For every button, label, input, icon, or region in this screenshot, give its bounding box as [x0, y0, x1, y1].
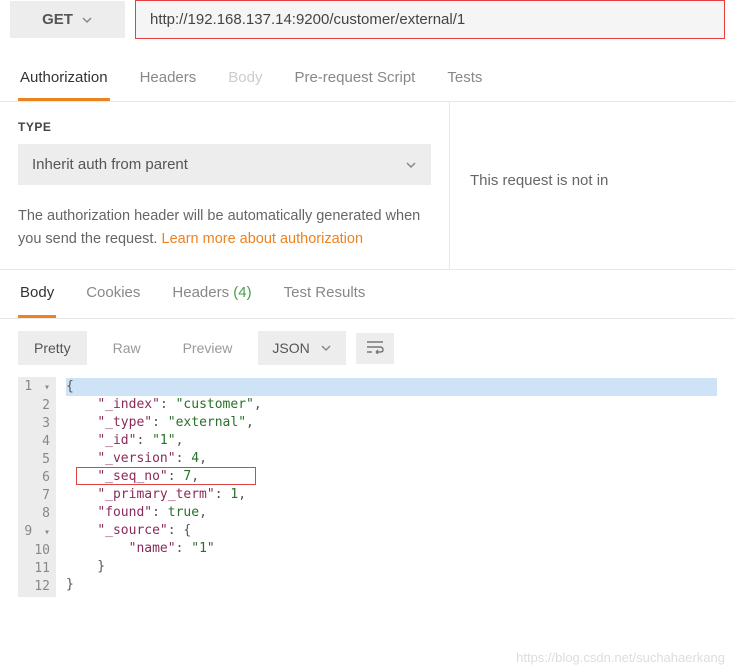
- chevron-down-icon: [81, 14, 93, 26]
- response-tab-body[interactable]: Body: [18, 270, 56, 318]
- tab-tests[interactable]: Tests: [445, 57, 484, 101]
- language-select[interactable]: JSON: [258, 331, 345, 365]
- view-pretty-button[interactable]: Pretty: [18, 331, 87, 365]
- request-info-text: This request is not in: [470, 172, 608, 189]
- request-tabs: Authorization Headers Body Pre-request S…: [0, 57, 735, 102]
- auth-type-label: TYPE: [18, 120, 431, 134]
- auth-description: The authorization header will be automat…: [18, 205, 431, 251]
- view-raw-button[interactable]: Raw: [97, 331, 157, 365]
- auth-learn-more-link[interactable]: Learn more about authorization: [162, 231, 364, 247]
- response-tabs: Body Cookies Headers (4) Test Results: [0, 270, 735, 319]
- request-info-panel: This request is not in: [450, 102, 735, 269]
- response-toolbar: Pretty Raw Preview JSON: [0, 319, 735, 377]
- response-tab-testresults[interactable]: Test Results: [282, 270, 368, 318]
- response-body-editor[interactable]: 1 ▾2 3 4 5 6 7 8 9 ▾10 11 12 { "_index":…: [0, 377, 735, 607]
- headers-count: (4): [233, 284, 251, 301]
- line-gutter: 1 ▾2 3 4 5 6 7 8 9 ▾10 11 12: [18, 377, 56, 597]
- chevron-down-icon: [405, 159, 417, 171]
- auth-panel: TYPE Inherit auth from parent The author…: [0, 102, 450, 269]
- tab-authorization[interactable]: Authorization: [18, 57, 110, 101]
- response-tab-cookies[interactable]: Cookies: [84, 270, 142, 318]
- response-tab-headers[interactable]: Headers (4): [170, 270, 253, 318]
- wrap-lines-button[interactable]: [356, 333, 394, 364]
- http-method-select[interactable]: GET: [10, 1, 125, 38]
- auth-type-value: Inherit auth from parent: [32, 156, 188, 173]
- tab-headers[interactable]: Headers: [138, 57, 199, 101]
- auth-type-select[interactable]: Inherit auth from parent: [18, 144, 431, 185]
- http-method-label: GET: [42, 11, 73, 28]
- watermark: https://blog.csdn.net/suchahaerkang: [516, 650, 725, 665]
- tab-body[interactable]: Body: [226, 57, 264, 101]
- view-preview-button[interactable]: Preview: [167, 331, 249, 365]
- chevron-down-icon: [320, 342, 332, 354]
- tab-prerequest[interactable]: Pre-request Script: [292, 57, 417, 101]
- code-content: { "_index": "customer", "_type": "extern…: [56, 377, 717, 597]
- wrap-icon: [366, 340, 384, 354]
- url-input[interactable]: [135, 0, 725, 39]
